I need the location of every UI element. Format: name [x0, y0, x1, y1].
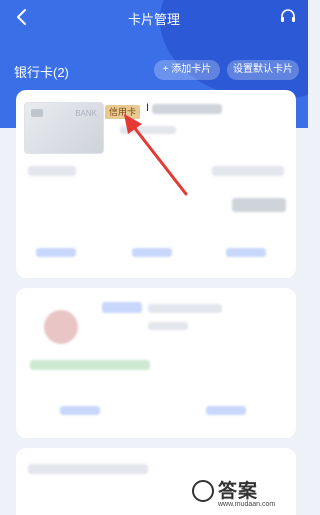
add-card-button[interactable]: + 添加卡片 — [154, 60, 220, 80]
watermark: 答案 www.mudaan.com — [190, 472, 302, 514]
credit-card-badge: 信用卡 — [105, 105, 141, 119]
page-title: 卡片管理 — [127, 12, 180, 27]
seal-icon — [192, 480, 214, 502]
watermark-logo: 答案 — [218, 481, 259, 502]
bank-label: BANK — [75, 109, 97, 118]
blurred-card-number — [148, 322, 188, 330]
blurred-action-2[interactable] — [206, 406, 246, 415]
blurred-action-2[interactable] — [132, 248, 172, 257]
blurred-card-name — [152, 104, 222, 114]
top-bar: 卡片管理 — [0, 0, 308, 34]
blurred-action-1[interactable] — [36, 248, 76, 257]
blurred-info-value — [212, 166, 284, 176]
watermark-url: www.mudaan.com — [218, 501, 276, 508]
support-button[interactable] — [278, 7, 298, 27]
set-default-card-button[interactable]: 设置默认卡片 — [227, 60, 299, 80]
blurred-badge — [102, 302, 142, 313]
blurred-card-name — [148, 304, 222, 313]
bank-card-item[interactable]: BANK 信用卡 I — [16, 90, 296, 278]
bank-card-count: 银行卡(2) — [14, 65, 69, 80]
bank-logo — [44, 310, 78, 344]
blurred-status — [30, 360, 150, 370]
blurred-amount — [232, 198, 286, 212]
headset-icon — [281, 9, 295, 22]
chip-icon — [31, 109, 43, 117]
blurred-action-3[interactable] — [226, 248, 266, 257]
card-thumbnail: BANK — [24, 102, 104, 154]
blurred-info-label — [28, 166, 76, 176]
bank-card-item[interactable] — [16, 288, 296, 438]
blurred-card-title — [28, 464, 148, 474]
blurred-card-number — [120, 126, 176, 134]
card-name: I — [146, 102, 150, 114]
blurred-action-1[interactable] — [60, 406, 100, 415]
